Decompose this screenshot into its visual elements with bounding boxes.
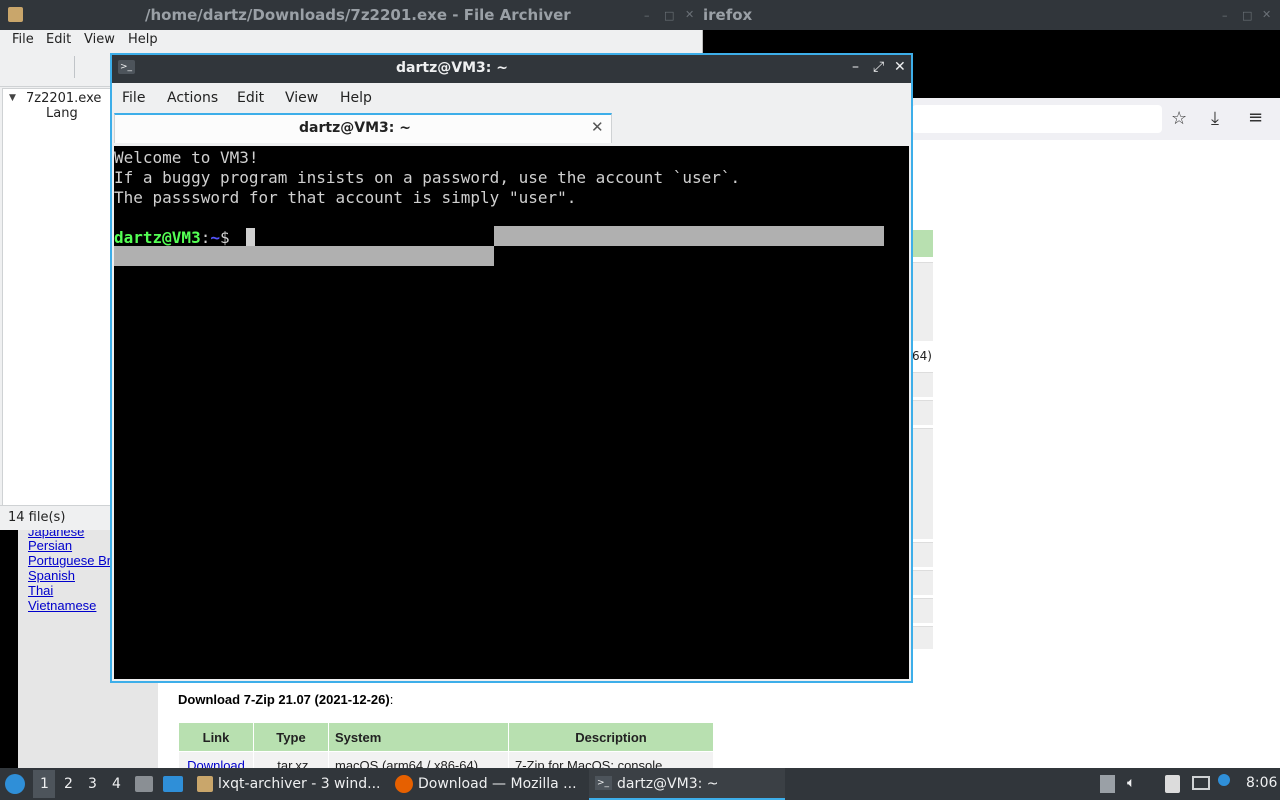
- close-icon[interactable]: ✕: [685, 8, 694, 21]
- close-icon[interactable]: ✕: [894, 59, 906, 75]
- download-heading-text: Download 7-Zip 21.07 (2021-12-26): [178, 692, 390, 707]
- task-label: lxqt-archiver - 3 wind...: [218, 776, 381, 792]
- clock: 8:06: [1246, 775, 1278, 791]
- menu-view[interactable]: View: [84, 32, 115, 47]
- menu-edit[interactable]: Edit: [46, 32, 71, 47]
- column-header-description: Description: [508, 722, 714, 752]
- tab-title: dartz@VM3: ~: [299, 120, 411, 136]
- menu-help[interactable]: Help: [128, 32, 158, 47]
- maximize-icon[interactable]: ⤢: [873, 59, 884, 75]
- tray-upload-icon[interactable]: [1100, 775, 1115, 793]
- terminal-screen[interactable]: Welcome to VM3! If a buggy program insis…: [114, 146, 909, 679]
- clipboard-icon[interactable]: [1165, 775, 1180, 793]
- terminal-titlebar: >_ dartz@VM3: ~ – ⤢ ✕: [112, 55, 911, 83]
- firefox-icon: [395, 775, 413, 793]
- table-row-fragment: [912, 372, 933, 397]
- minimize-icon[interactable]: –: [852, 59, 859, 75]
- terminal-prompt: dartz@VM3:~$: [114, 228, 239, 248]
- table-cell-fragment: 64): [912, 349, 932, 363]
- selection-highlight: [494, 226, 884, 246]
- menu-actions[interactable]: Actions: [167, 90, 218, 106]
- language-link[interactable]: Portuguese Br: [28, 553, 111, 568]
- terminal-line: If a buggy program insists on a password…: [114, 168, 741, 187]
- archiver-window-title: /home/dartz/Downloads/7z2201.exe - File …: [145, 6, 571, 24]
- menu-view[interactable]: View: [285, 90, 318, 106]
- file-count: 14 file(s): [8, 510, 66, 525]
- table-row-fragment: [912, 262, 933, 341]
- text-cursor: [246, 228, 255, 246]
- collapse-arrow-icon[interactable]: ▼: [9, 93, 16, 103]
- minimize-icon[interactable]: –: [1222, 9, 1228, 22]
- archiver-menubar: File Edit View Help: [0, 30, 702, 50]
- prompt-separator: :: [200, 228, 211, 247]
- task-firefox[interactable]: Download — Mozilla ...: [390, 768, 586, 800]
- terminal-line: The passsword for that account is simply…: [114, 188, 577, 207]
- prompt-user: dartz@VM3: [114, 228, 201, 247]
- maximize-icon[interactable]: □: [1242, 9, 1252, 22]
- start-menu-icon[interactable]: [5, 774, 25, 794]
- task-label: Download — Mozilla ...: [418, 776, 577, 792]
- download-heading: Download 7-Zip 21.07 (2021-12-26):: [178, 692, 393, 707]
- language-link[interactable]: Thai: [28, 583, 53, 598]
- menu-file[interactable]: File: [12, 32, 34, 47]
- table-row-fragment: [912, 570, 933, 595]
- task-label: dartz@VM3: ~: [617, 776, 719, 792]
- tree-item-lang[interactable]: Lang: [46, 106, 78, 121]
- tab-close-icon[interactable]: ✕: [591, 118, 604, 136]
- close-icon[interactable]: ✕: [1262, 8, 1271, 21]
- archive-app-icon: [8, 7, 23, 22]
- file-manager-icon[interactable]: [135, 776, 153, 792]
- terminal-window-title: dartz@VM3: ~: [396, 60, 508, 76]
- table-row-fragment: [912, 428, 933, 539]
- firefox-url-bar[interactable]: [912, 105, 1162, 133]
- taskbar: 1 2 3 4 lxqt-archiver - 3 wind... Downlo…: [0, 768, 1280, 800]
- table-header-fragment: [912, 230, 933, 257]
- menu-help[interactable]: Help: [340, 90, 372, 106]
- menu-edit[interactable]: Edit: [237, 90, 264, 106]
- terminal-menubar: File Actions Edit View Help: [112, 83, 911, 113]
- volume-icon[interactable]: 🔈︎: [1127, 775, 1135, 791]
- table-row-fragment: [912, 400, 933, 425]
- toolbar-separator: [74, 56, 75, 78]
- hamburger-menu-icon[interactable]: ≡: [1248, 107, 1263, 128]
- folder-tree: ▼ 7z2201.exe Lang: [2, 88, 112, 530]
- prompt-path: ~: [210, 228, 220, 247]
- workspace-4[interactable]: 4: [112, 776, 121, 792]
- selection-highlight: [114, 246, 494, 266]
- maximize-icon[interactable]: □: [664, 9, 674, 22]
- column-header-system: System: [328, 722, 509, 752]
- column-header-type: Type: [253, 722, 329, 752]
- prompt-symbol: $: [219, 228, 240, 247]
- terminal-tab[interactable]: dartz@VM3: ~ ✕: [114, 113, 612, 143]
- screen-icon[interactable]: [1192, 776, 1210, 790]
- language-link[interactable]: Persian: [28, 538, 72, 553]
- workspace-1[interactable]: 1: [40, 776, 49, 792]
- workspace-3[interactable]: 3: [88, 776, 97, 792]
- task-terminal[interactable]: >_ dartz@VM3: ~: [589, 768, 785, 800]
- terminal-line: Welcome to VM3!: [114, 148, 259, 167]
- background-titlebar: /home/dartz/Downloads/7z2201.exe - File …: [0, 0, 1280, 30]
- archiver-statusbar: 14 file(s): [0, 505, 110, 530]
- task-archiver[interactable]: lxqt-archiver - 3 wind...: [192, 768, 382, 800]
- firefox-window-title: irefox: [703, 6, 753, 24]
- menu-file[interactable]: File: [122, 90, 145, 106]
- workspace-2[interactable]: 2: [64, 776, 73, 792]
- table-row-fragment: [912, 626, 933, 649]
- column-header-link: Link: [178, 722, 254, 752]
- download-icon[interactable]: ⤓: [1211, 108, 1219, 129]
- bookmark-star-icon[interactable]: ☆: [1171, 108, 1187, 129]
- tree-item-root[interactable]: 7z2201.exe: [26, 91, 101, 106]
- firefox-page: [912, 140, 1280, 768]
- language-link[interactable]: Vietnamese: [28, 598, 96, 613]
- notification-icon[interactable]: [1218, 774, 1230, 786]
- download-heading-colon: :: [389, 692, 394, 707]
- show-desktop-icon[interactable]: [163, 776, 183, 792]
- table-row-fragment: [912, 542, 933, 567]
- minimize-icon[interactable]: –: [644, 9, 650, 22]
- archive-app-icon: [197, 776, 213, 792]
- table-row-fragment: [912, 598, 933, 623]
- terminal-window: >_ dartz@VM3: ~ – ⤢ ✕ File Actions Edit …: [110, 53, 913, 683]
- language-link[interactable]: Spanish: [28, 568, 75, 583]
- terminal-app-icon: >_: [595, 776, 612, 790]
